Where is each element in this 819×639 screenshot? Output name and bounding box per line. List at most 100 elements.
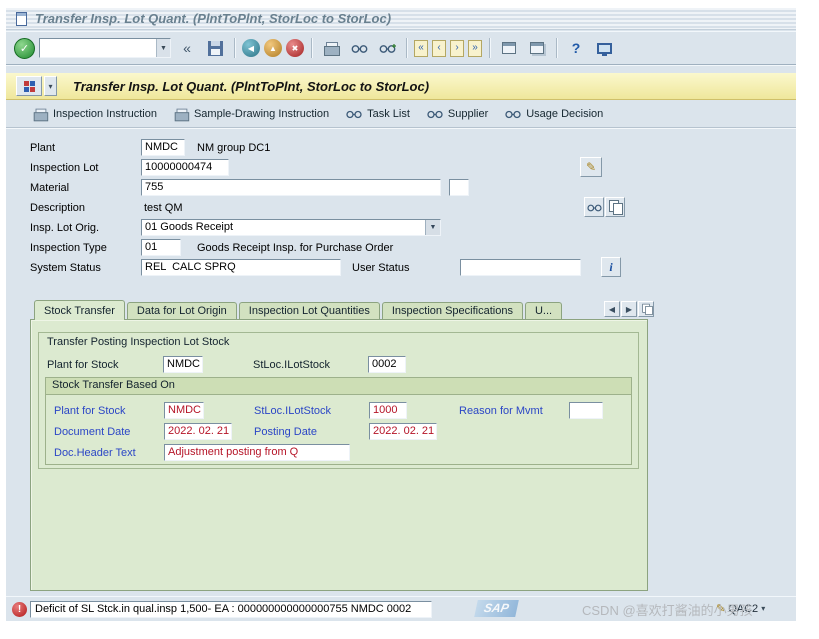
material-label: Material	[30, 182, 70, 194]
first-page-button[interactable]: «	[414, 39, 428, 57]
inspection-type-field[interactable]: 01	[141, 239, 181, 256]
error-icon[interactable]: !	[12, 602, 27, 617]
supplier-button[interactable]: Supplier	[424, 106, 496, 122]
document-date-field[interactable]: 2022. 02. 21	[164, 423, 232, 440]
tab-data-for-lot-origin[interactable]: Data for Lot Origin	[126, 302, 237, 319]
bo-stloc-field[interactable]: 1000	[369, 402, 407, 419]
tab-stock-transfer[interactable]: Stock Transfer	[34, 300, 125, 320]
inspection-lot-field[interactable]: 10000000474	[141, 159, 229, 176]
plant-label: Plant	[30, 142, 56, 154]
save-icon	[207, 40, 223, 56]
glasses-icon	[346, 110, 362, 119]
info-icon: i	[609, 259, 613, 274]
material-extension-field[interactable]	[449, 179, 469, 196]
customize-local-layout-button[interactable]	[592, 37, 616, 59]
cancel-button[interactable]: ✖	[286, 39, 304, 57]
find-next-button[interactable]	[375, 37, 399, 59]
tab-scroll-right-button[interactable]: ▶	[621, 301, 637, 317]
description-value: test QM	[144, 202, 183, 214]
stock-transfer-panel: Transfer Posting Inspection Lot Stock Pl…	[30, 319, 648, 591]
dropdown-icon[interactable]: ▼	[425, 220, 440, 235]
inspection-type-description: Goods Receipt Insp. for Purchase Order	[197, 242, 394, 254]
button-label: Sample-Drawing Instruction	[193, 108, 330, 120]
standard-toolbar: ✓ ▼ « ◀ ▲ ✖ « ‹ › » ?	[6, 31, 796, 65]
create-shortcut-icon	[530, 42, 544, 54]
enter-button[interactable]: ✓	[14, 37, 35, 59]
object-services-icon	[23, 80, 36, 93]
tab-overview-button[interactable]	[638, 301, 654, 317]
new-session-icon	[502, 42, 516, 54]
display-material-button[interactable]	[584, 197, 604, 217]
doc-header-text-label[interactable]: Doc.Header Text	[54, 446, 136, 461]
window-title: Transfer Insp. Lot Quant. (PlntToPlnt, S…	[35, 11, 392, 26]
command-input[interactable]	[40, 40, 156, 56]
doc-header-text-field[interactable]: Adjustment posting from Q	[164, 444, 350, 461]
find-button[interactable]	[347, 37, 371, 59]
copy-button[interactable]	[605, 197, 625, 217]
reason-for-mvmt-label[interactable]: Reason for Mvmt	[459, 404, 543, 419]
user-status-field[interactable]	[460, 259, 581, 276]
inspection-instruction-button[interactable]: Inspection Instruction	[30, 106, 165, 123]
user-status-label: User Status	[352, 262, 410, 274]
glasses-icon	[586, 204, 602, 211]
create-shortcut-button[interactable]	[525, 37, 549, 59]
change-display-button[interactable]: ✎	[580, 157, 602, 177]
screen-header: ▾ Transfer Insp. Lot Quant. (PlntToPlnt,…	[6, 73, 796, 100]
previous-page-button[interactable]: ‹	[432, 39, 446, 57]
reason-for-mvmt-field[interactable]	[569, 402, 603, 419]
document-date-label[interactable]: Document Date	[54, 425, 130, 440]
object-services-menu-button[interactable]: ▾	[44, 76, 57, 96]
tab-inspection-specifications[interactable]: Inspection Specifications	[381, 302, 523, 319]
posting-date-field[interactable]: 2022. 02. 21	[369, 423, 437, 440]
task-list-button[interactable]: Task List	[343, 106, 418, 122]
bo-plant-for-stock-field[interactable]: NMDC	[164, 402, 204, 419]
button-label: Task List	[367, 108, 410, 120]
next-page-button[interactable]: ›	[450, 39, 464, 57]
find-glasses-icon	[351, 44, 367, 53]
collapse-button[interactable]: «	[175, 37, 199, 59]
help-button[interactable]: ?	[564, 37, 588, 59]
status-list-arrow-icon[interactable]: ▾	[761, 604, 765, 613]
tab-scroll-left-button[interactable]: ◀	[604, 301, 620, 317]
toolbar-separator	[489, 38, 490, 58]
status-information-button[interactable]: i	[601, 257, 621, 277]
save-button[interactable]	[203, 37, 227, 59]
insp-lot-orig-select[interactable]: 01 Goods Receipt ▼	[141, 219, 441, 236]
tab-list-icon	[641, 303, 653, 315]
command-dropdown-icon[interactable]: ▼	[156, 39, 170, 57]
insp-lot-orig-label: Insp. Lot Orig.	[30, 222, 100, 234]
window-titlebar: Transfer Insp. Lot Quant. (PlntToPlnt, S…	[6, 8, 796, 30]
material-field[interactable]: 755	[141, 179, 441, 196]
transfer-posting-groupbox: Transfer Posting Inspection Lot Stock Pl…	[38, 332, 639, 469]
tab-scroll-controls: ◀ ▶	[604, 301, 654, 317]
description-label: Description	[30, 202, 86, 214]
system-status-field[interactable]: REL CALC SPRQ	[141, 259, 341, 276]
exit-button[interactable]: ▲	[264, 39, 282, 57]
tab-strip: Stock Transfer Data for Lot Origin Inspe…	[34, 300, 564, 320]
plant-for-stock-field[interactable]: NMDC	[163, 356, 203, 373]
new-session-button[interactable]	[497, 37, 521, 59]
plant-field[interactable]: NMDC	[141, 139, 185, 156]
back-button[interactable]: ◀	[242, 39, 260, 57]
pencil-icon: ✎	[585, 160, 597, 174]
bo-stloc-label[interactable]: StLoc.ILotStock	[254, 404, 331, 419]
print-button[interactable]	[319, 37, 343, 59]
status-message[interactable]: Deficit of SL Stck.in qual.insp 1,500- E…	[30, 601, 432, 618]
services-for-object-button[interactable]	[16, 76, 42, 96]
button-label: Inspection Instruction	[53, 108, 157, 120]
stloc-ilotstock-field[interactable]: 0002	[368, 356, 406, 373]
sample-drawing-instruction-button[interactable]: Sample-Drawing Instruction	[171, 106, 337, 123]
posting-date-label[interactable]: Posting Date	[254, 425, 317, 440]
toolbar-separator	[234, 38, 235, 58]
last-page-button[interactable]: »	[468, 39, 482, 57]
screenshot-root: Transfer Insp. Lot Quant. (PlntToPlnt, S…	[0, 0, 819, 639]
printer-icon	[33, 108, 49, 121]
tab-inspection-lot-quantities[interactable]: Inspection Lot Quantities	[238, 302, 380, 319]
tab-usage[interactable]: U...	[524, 302, 563, 319]
inspection-type-label: Inspection Type	[30, 242, 107, 254]
usage-decision-button[interactable]: Usage Decision	[502, 106, 611, 122]
bo-plant-for-stock-label[interactable]: Plant for Stock	[54, 404, 126, 419]
command-field[interactable]: ▼	[39, 38, 171, 58]
groupbox-header: Stock Transfer Based On	[46, 378, 631, 395]
printer-icon	[174, 108, 190, 121]
